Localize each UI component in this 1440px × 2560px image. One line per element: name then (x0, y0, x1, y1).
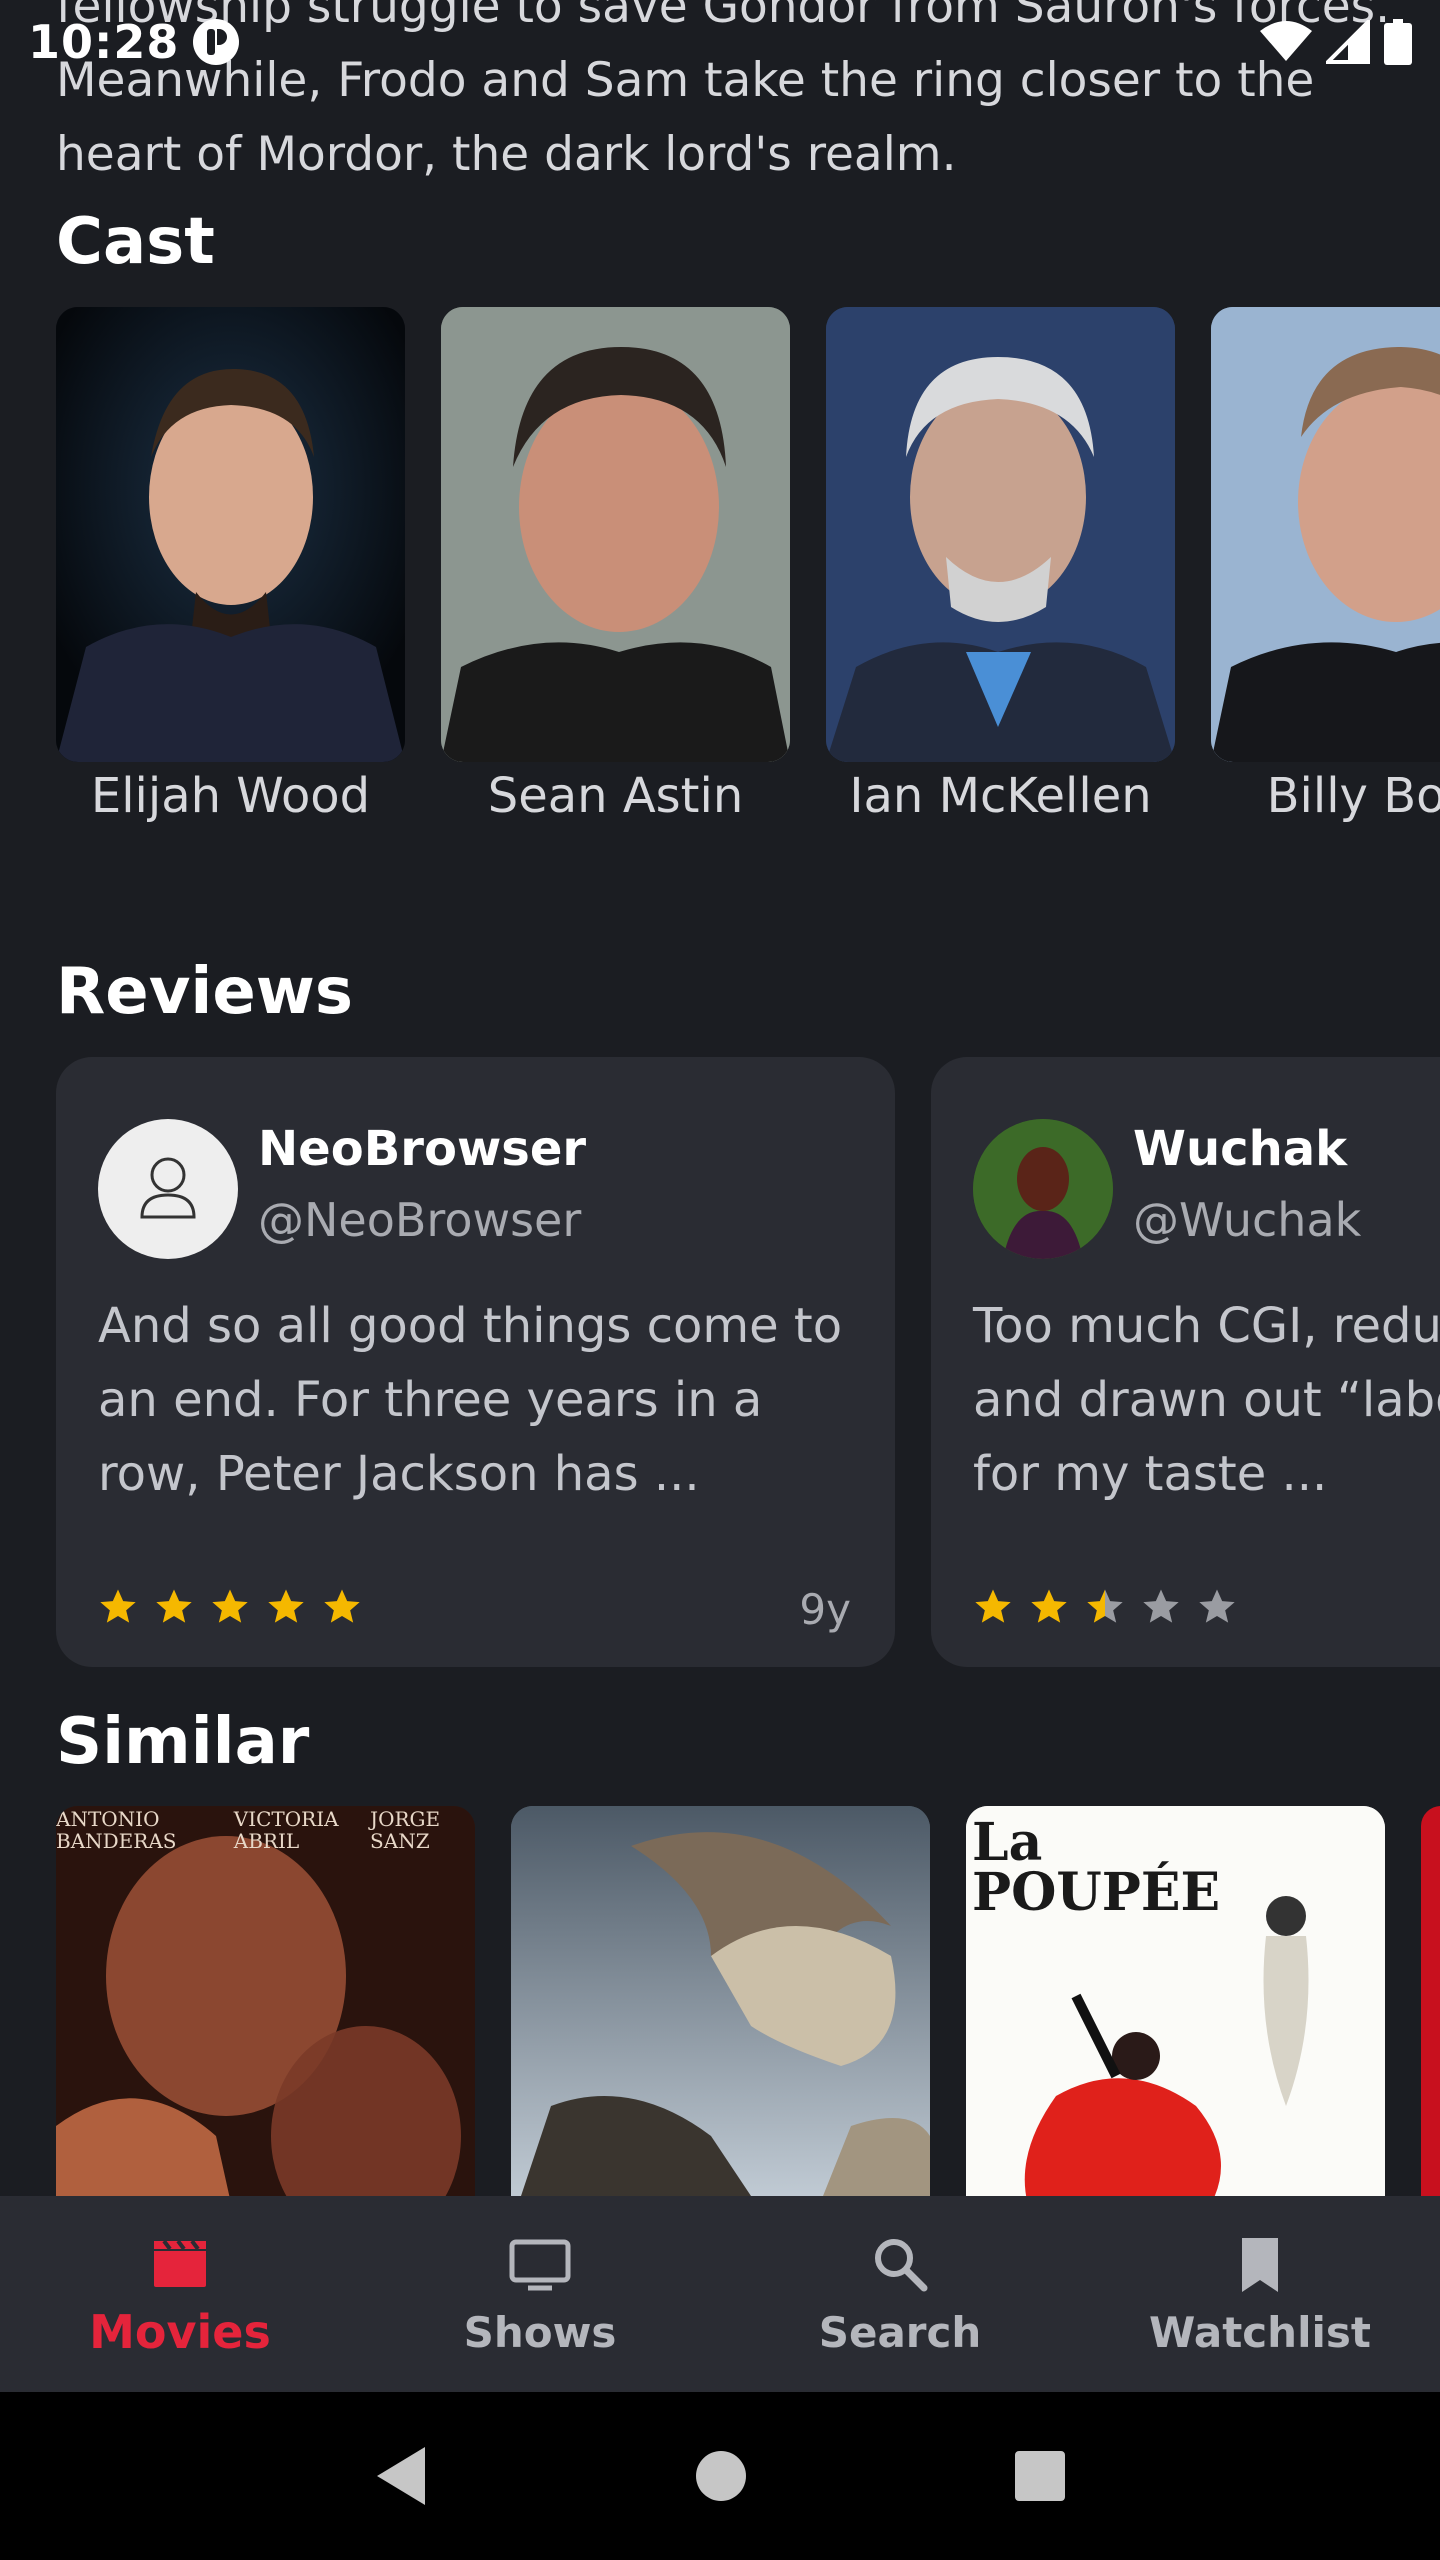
star-icon (268, 1589, 304, 1623)
review-author-handle: @Wuchak (1133, 1193, 1362, 1247)
portrait-image (56, 307, 405, 762)
cast-card[interactable]: Sean Astin (441, 307, 790, 824)
review-author-handle: @NeoBrowser (258, 1193, 582, 1247)
similar-poster[interactable]: La POUPÉE (966, 1806, 1385, 2226)
clapperboard-icon (154, 2239, 206, 2287)
nav-label: Search (818, 2307, 982, 2357)
home-icon[interactable] (695, 2450, 747, 2502)
cast-list[interactable]: Elijah Wood Sean Astin Ian McKellen Bill… (56, 307, 1440, 824)
cell-signal-icon (1326, 20, 1370, 64)
reviews-section-title: Reviews (56, 955, 353, 1029)
cast-card[interactable]: Billy Boyd (1211, 307, 1440, 824)
star-rating (98, 1587, 362, 1627)
status-bar: 10:28 (0, 0, 1440, 84)
review-author-name: Wuchak (1133, 1121, 1348, 1177)
system-navigation-bar (0, 2392, 1440, 2560)
nav-label: Watchlist (1149, 2307, 1371, 2357)
star-half-icon (1087, 1589, 1123, 1623)
user-placeholder-icon (140, 1157, 196, 1219)
star-icon (324, 1589, 360, 1623)
cast-name: Ian McKellen (849, 768, 1152, 824)
star-icon (156, 1589, 192, 1623)
portrait-image (1211, 307, 1440, 762)
review-author-name: NeoBrowser (258, 1121, 587, 1177)
similar-list[interactable]: ANTONIO BANDERAS VICTORIA ABRIL JORGE SA… (56, 1806, 1440, 2226)
poster-image (56, 1806, 475, 2226)
review-age: 9y (799, 1585, 851, 1634)
cast-section-title: Cast (56, 205, 215, 279)
review-text: Too much CGI, reduced clichés and drawn … (973, 1298, 1440, 1502)
battery-icon (1384, 19, 1412, 65)
cast-photo (826, 307, 1175, 762)
cast-card[interactable]: Elijah Wood (56, 307, 405, 824)
portrait-image (826, 307, 1175, 762)
wifi-icon (1260, 21, 1312, 61)
bottom-navigation: Movies Shows Search Watchlist (0, 2196, 1440, 2392)
back-icon[interactable] (373, 2445, 429, 2507)
review-card[interactable]: NeoBrowser @NeoBrowser And so all good t… (56, 1057, 895, 1667)
similar-poster[interactable]: ANTONIO BANDERAS VICTORIA ABRIL JORGE SA… (56, 1806, 475, 2226)
cast-photo (1211, 307, 1440, 762)
star-icon (212, 1589, 248, 1623)
nav-movies[interactable]: Movies (0, 2196, 360, 2392)
cast-name: Sean Astin (487, 768, 744, 824)
nav-search[interactable]: Search (720, 2196, 1080, 2392)
search-icon (875, 2238, 928, 2291)
poster-credit: VICTORIA ABRIL (233, 1807, 339, 1853)
similar-poster[interactable] (511, 1806, 930, 2226)
poster-credit: ANTONIO BANDERAS (56, 1807, 177, 1853)
poster-image (511, 1806, 930, 2226)
poster-credits: ANTONIO BANDERAS VICTORIA ABRIL JORGE SA… (56, 1806, 475, 1852)
similar-poster[interactable] (1421, 1806, 1440, 2226)
cast-photo (56, 307, 405, 762)
review-card[interactable]: Wuchak @Wuchak Too much CGI, reduced cli… (931, 1057, 1440, 1667)
nav-shows[interactable]: Shows (360, 2196, 720, 2392)
portrait-image (441, 307, 790, 762)
star-icon (975, 1589, 1011, 1623)
avatar (98, 1119, 238, 1259)
bookmark-icon (1242, 2237, 1278, 2292)
movie-details-screen: fellowship struggle to save Gondor from … (0, 0, 1440, 2560)
poster-title: La POUPÉE (972, 1812, 1221, 1923)
avatar (973, 1119, 1113, 1259)
cast-photo (441, 307, 790, 762)
similar-section-title: Similar (56, 1705, 310, 1779)
star-icon (100, 1589, 136, 1623)
avatar-image (973, 1119, 1113, 1259)
review-text: And so all good things come to an end. F… (98, 1298, 843, 1502)
star-icon (1031, 1589, 1067, 1623)
cast-name: Elijah Wood (90, 768, 371, 824)
star-empty-icon (1143, 1589, 1179, 1623)
cast-card[interactable]: Ian McKellen (826, 307, 1175, 824)
status-icons (1260, 19, 1412, 65)
poster-credit: JORGE SANZ (370, 1807, 441, 1853)
star-rating (973, 1587, 1237, 1627)
nav-watchlist[interactable]: Watchlist (1080, 2196, 1440, 2392)
star-empty-icon (1199, 1589, 1235, 1623)
app-notification-icon (193, 19, 240, 65)
cast-name: Billy Boyd (1266, 768, 1440, 824)
recents-icon[interactable] (1013, 2449, 1067, 2503)
tv-icon (509, 2239, 571, 2290)
status-time: 10:28 (28, 15, 180, 69)
nav-label: Shows (463, 2307, 617, 2357)
reviews-list[interactable]: NeoBrowser @NeoBrowser And so all good t… (56, 1057, 1440, 1667)
nav-label: Movies (89, 2305, 271, 2359)
